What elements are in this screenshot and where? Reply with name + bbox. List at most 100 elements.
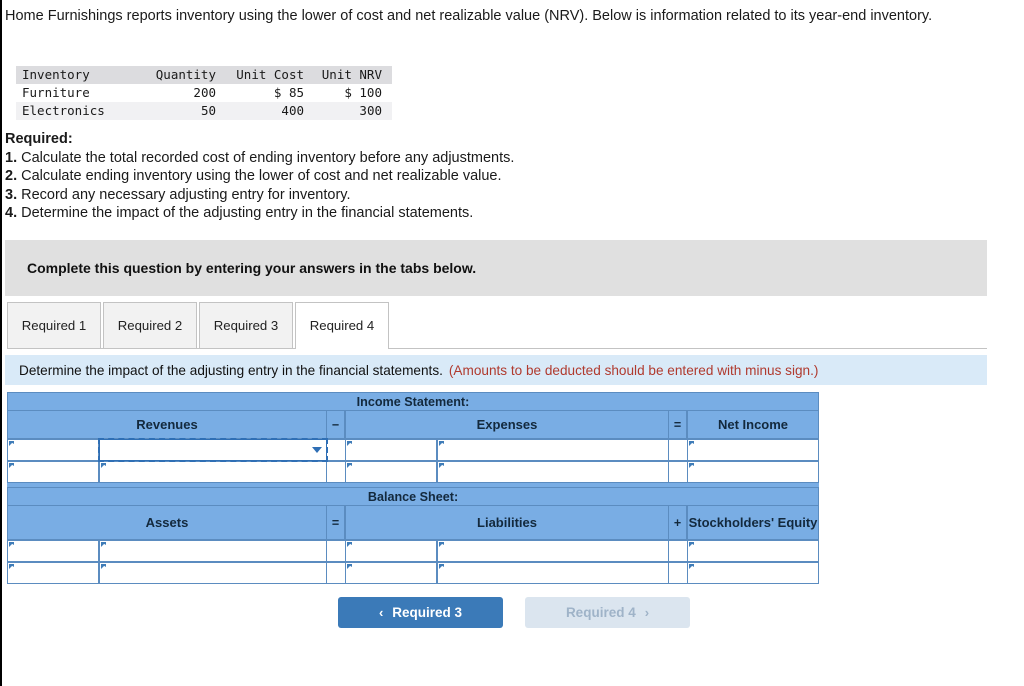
cell-marker-icon bbox=[101, 542, 106, 547]
bs-row2-operator-spacer bbox=[327, 562, 345, 584]
inventory-table-head: Inventory Quantity Unit Cost Unit NRV bbox=[16, 66, 392, 84]
is-row1-net-income-cell[interactable] bbox=[687, 439, 819, 461]
cell-marker-icon bbox=[347, 542, 352, 547]
required-item-2: 2. Calculate ending inventory using the … bbox=[5, 167, 705, 186]
income-statement-row-1 bbox=[7, 438, 819, 462]
chevron-down-icon[interactable] bbox=[312, 447, 322, 453]
header-assets: Assets bbox=[7, 506, 327, 540]
required-item-number: 4. bbox=[5, 205, 18, 222]
tab-required-1[interactable]: Required 1 bbox=[7, 302, 101, 348]
balance-sheet-header-row: Assets = Liabilities + Stockholders' Equ… bbox=[7, 506, 819, 540]
bs-row1-equity-cell[interactable] bbox=[687, 540, 819, 562]
cell-unit-cost: $ 85 bbox=[273, 85, 304, 100]
bs-row1-asset-value-cell[interactable] bbox=[99, 540, 327, 562]
required-item-4: 4. Determine the impact of the adjusting… bbox=[5, 204, 705, 223]
is-row2-expense-label-cell[interactable] bbox=[345, 461, 437, 483]
is-row1-operator2-spacer bbox=[669, 439, 687, 461]
bs-row1-asset-label-cell[interactable] bbox=[7, 540, 99, 562]
cell-marker-icon bbox=[439, 441, 444, 446]
required-item-number: 3. bbox=[5, 186, 18, 203]
requirement-tabs: Required 1 Required 2 Required 3 Require… bbox=[7, 302, 987, 349]
col-header-unit-cost: Unit Cost bbox=[236, 67, 304, 82]
bs-row2-asset-label-cell[interactable] bbox=[7, 562, 99, 584]
cell-marker-icon bbox=[9, 441, 14, 446]
complete-question-text: Complete this question by entering your … bbox=[27, 260, 477, 276]
tab-required-2[interactable]: Required 2 bbox=[103, 302, 197, 348]
cell-marker-icon bbox=[439, 542, 444, 547]
header-revenues: Revenues bbox=[7, 411, 327, 439]
prev-required-button[interactable]: ‹ Required 3 bbox=[338, 597, 503, 628]
required-item-text: Calculate ending inventory using the low… bbox=[21, 168, 502, 185]
navigation-bar: ‹ Required 3 Required 4 › bbox=[2, 597, 1024, 628]
cell-marker-icon bbox=[439, 463, 444, 468]
is-row1-expense-label-cell[interactable] bbox=[345, 439, 437, 461]
next-required-button[interactable]: Required 4 › bbox=[525, 597, 690, 628]
is-row2-revenue-value-cell[interactable] bbox=[99, 461, 327, 483]
is-row2-operator-spacer bbox=[327, 461, 345, 483]
bs-row2-equity-cell[interactable] bbox=[687, 562, 819, 584]
is-row1-expense-value-cell[interactable] bbox=[437, 439, 669, 461]
is-row2-revenue-label-cell[interactable] bbox=[7, 461, 99, 483]
bs-row1-operator2-spacer bbox=[669, 540, 687, 562]
tab-required-3[interactable]: Required 3 bbox=[199, 302, 293, 348]
operator-equals-bs: = bbox=[327, 506, 345, 540]
required-item-1: 1. Calculate the total recorded cost of … bbox=[5, 149, 705, 168]
tab-required-4[interactable]: Required 4 bbox=[295, 302, 389, 349]
cell-marker-icon bbox=[689, 542, 694, 547]
cell-marker-icon bbox=[689, 441, 694, 446]
required-item-text: Record any necessary adjusting entry for… bbox=[21, 186, 351, 203]
cell-marker-icon bbox=[101, 463, 106, 468]
bs-row2-liability-label-cell[interactable] bbox=[345, 562, 437, 584]
income-statement-header-row: Revenues − Expenses = Net Income bbox=[7, 411, 819, 439]
cell-marker-icon bbox=[689, 463, 694, 468]
complete-question-banner: Complete this question by entering your … bbox=[5, 240, 987, 296]
is-row2-expense-value-cell[interactable] bbox=[437, 461, 669, 483]
balance-sheet-title: Balance Sheet: bbox=[7, 487, 819, 506]
chevron-left-icon: ‹ bbox=[378, 605, 384, 620]
cell-marker-icon bbox=[9, 463, 14, 468]
cell-marker-icon bbox=[347, 441, 352, 446]
is-row1-operator-spacer bbox=[327, 439, 345, 461]
prev-button-label: Required 3 bbox=[392, 605, 463, 620]
tab-label: Required 2 bbox=[117, 318, 183, 333]
bs-row2-asset-value-cell[interactable] bbox=[99, 562, 327, 584]
bs-row1-liability-label-cell[interactable] bbox=[345, 540, 437, 562]
inventory-header-row: Inventory Quantity Unit Cost Unit NRV bbox=[16, 66, 392, 84]
required-item-text: Determine the impact of the adjusting en… bbox=[21, 205, 474, 222]
cell-marker-icon bbox=[439, 564, 444, 569]
bs-row2-operator2-spacer bbox=[669, 562, 687, 584]
bs-row1-operator-spacer bbox=[327, 540, 345, 562]
header-net-income: Net Income bbox=[687, 411, 819, 439]
header-stockholders-equity: Stockholders' Equity bbox=[687, 506, 819, 540]
is-row1-revenue-label-cell[interactable] bbox=[7, 439, 99, 461]
is-row2-net-income-cell[interactable] bbox=[687, 461, 819, 483]
header-liabilities: Liabilities bbox=[345, 506, 669, 540]
balance-sheet-row-2 bbox=[7, 562, 819, 584]
inventory-table-body: Furniture 200 $ 85 $ 100 Electronics 50 … bbox=[16, 84, 392, 120]
col-header-quantity: Quantity bbox=[155, 67, 216, 82]
question-page: Home Furnishings reports inventory using… bbox=[0, 0, 1024, 686]
cell-unit-cost: 400 bbox=[281, 103, 304, 118]
required-item-number: 2. bbox=[5, 168, 18, 185]
income-statement-title: Income Statement: bbox=[7, 392, 819, 411]
cell-unit-nrv: $ 100 bbox=[344, 85, 382, 100]
instruction-text: Determine the impact of the adjusting en… bbox=[19, 362, 443, 378]
cell-quantity: 50 bbox=[200, 103, 216, 118]
bs-row1-liability-value-cell[interactable] bbox=[437, 540, 669, 562]
cell-marker-icon bbox=[9, 564, 14, 569]
table-row: Furniture 200 $ 85 $ 100 bbox=[16, 84, 392, 102]
instruction-bar: Determine the impact of the adjusting en… bbox=[5, 355, 987, 385]
income-statement-row-2 bbox=[7, 461, 819, 483]
table-row: Electronics 50 400 300 bbox=[16, 102, 392, 120]
required-item-text: Calculate the total recorded cost of end… bbox=[21, 149, 515, 166]
col-header-unit-nrv: Unit NRV bbox=[321, 67, 382, 82]
cell-inventory: Electronics bbox=[22, 103, 105, 118]
instruction-note: (Amounts to be deducted should be entere… bbox=[448, 362, 819, 378]
next-button-label: Required 4 bbox=[565, 605, 636, 620]
bs-row2-liability-value-cell[interactable] bbox=[437, 562, 669, 584]
cell-marker-icon bbox=[101, 564, 106, 569]
cell-marker-icon bbox=[347, 463, 352, 468]
required-item-number: 1. bbox=[5, 149, 18, 166]
operator-minus: − bbox=[327, 411, 345, 439]
is-row1-revenue-value-cell[interactable] bbox=[98, 438, 328, 462]
